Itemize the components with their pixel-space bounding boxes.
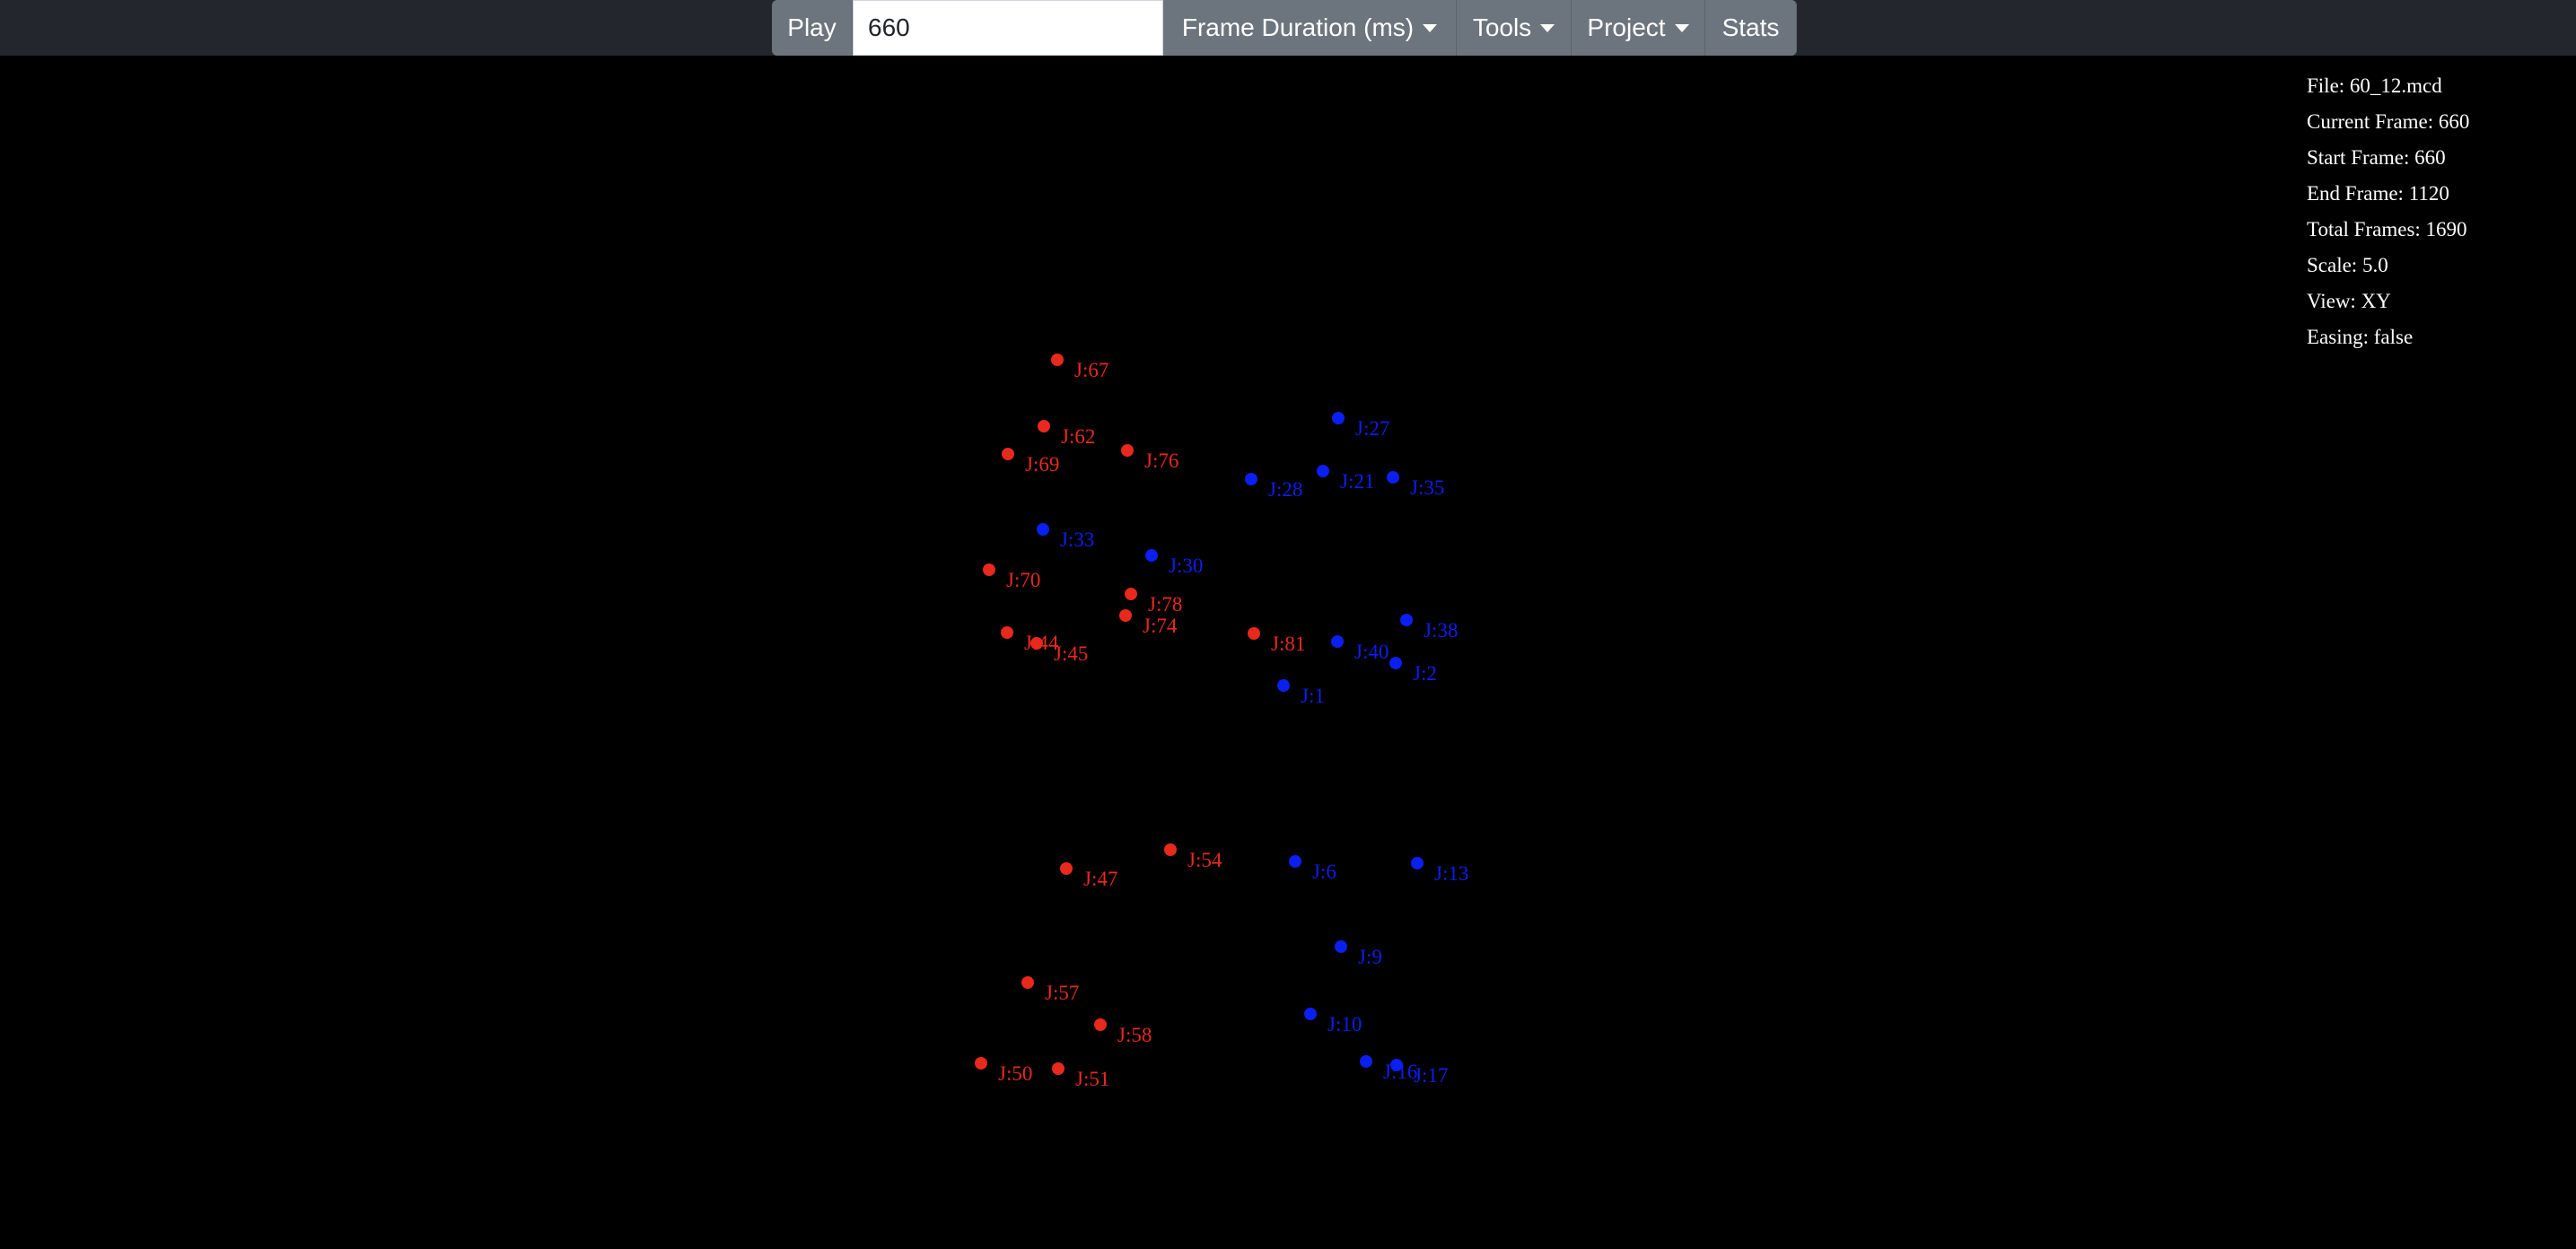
joint-label: J:62 <box>1061 425 1095 448</box>
joint-marker <box>1001 626 1013 639</box>
joint-marker <box>1245 473 1257 485</box>
top-navbar: Play Frame Duration (ms) Tools Project S… <box>0 0 2576 56</box>
joint-label: J:33 <box>1060 528 1094 551</box>
joint-label: J:35 <box>1410 476 1444 499</box>
joint-label: J:28 <box>1268 478 1302 501</box>
joint-marker <box>1248 627 1260 640</box>
joint-marker <box>1360 1055 1372 1068</box>
joint-label: J:45 <box>1054 642 1088 665</box>
joint-label: J:6 <box>1312 860 1336 883</box>
joint-label: J:2 <box>1413 662 1437 685</box>
joint-marker <box>1030 637 1043 650</box>
joint-label: J:9 <box>1358 946 1382 968</box>
joint-marker <box>1317 465 1329 477</box>
joint-marker <box>1390 1059 1403 1071</box>
joint-marker <box>1145 549 1158 562</box>
joint-label: J:74 <box>1143 615 1178 637</box>
joint-label: J:50 <box>998 1062 1032 1085</box>
joint-label: J:69 <box>1025 453 1059 476</box>
frame-input[interactable] <box>853 0 1163 56</box>
motion-capture-canvas[interactable]: J:67 J:62 J:69 J:76 J:27 J:28 J:21 J:35 J:33 J:30… <box>0 56 2576 1249</box>
joint-label: J:27 <box>1355 417 1389 440</box>
joint-marker <box>1037 523 1049 536</box>
joint-label: J:38 <box>1424 619 1458 642</box>
joint-label: J:47 <box>1083 868 1117 890</box>
stats-button[interactable]: Stats <box>1705 0 1797 56</box>
joint-marker <box>1119 609 1132 622</box>
tools-label: Tools <box>1472 13 1532 41</box>
joint-label: J:1 <box>1301 685 1325 707</box>
project-label: Project <box>1587 13 1666 41</box>
joint-marker <box>1125 588 1137 600</box>
joint-label: J:17 <box>1414 1064 1448 1087</box>
joint-label: J:51 <box>1075 1068 1109 1090</box>
joint-marker <box>1304 1008 1317 1020</box>
joint-label: J:76 <box>1144 450 1178 472</box>
frame-duration-dropdown[interactable]: Frame Duration (ms) <box>1163 0 1457 56</box>
joint-label: J:10 <box>1327 1013 1362 1035</box>
frame-duration-label: Frame Duration (ms) <box>1181 13 1415 41</box>
joint-marker <box>1038 420 1050 432</box>
toolbar: Play Frame Duration (ms) Tools Project S… <box>772 0 1797 56</box>
joint-marker <box>1389 657 1402 669</box>
play-button[interactable]: Play <box>772 0 853 56</box>
tools-dropdown[interactable]: Tools <box>1457 0 1572 56</box>
joint-marker <box>1094 1018 1107 1031</box>
joint-marker <box>1387 471 1399 484</box>
joint-label: J:30 <box>1169 555 1203 577</box>
joint-marker <box>1051 354 1064 366</box>
joint-label: J:58 <box>1117 1024 1152 1046</box>
joint-marker <box>1332 412 1345 424</box>
joint-marker <box>1002 448 1014 460</box>
joint-marker <box>1400 614 1413 626</box>
joint-marker <box>1277 679 1290 692</box>
joint-label: J:13 <box>1434 862 1468 885</box>
joint-label: J:21 <box>1340 470 1374 493</box>
joint-marker <box>1021 976 1034 989</box>
joint-label: J:40 <box>1354 641 1389 663</box>
joint-marker <box>975 1057 987 1070</box>
joint-marker <box>1164 843 1177 856</box>
joint-marker <box>1060 862 1073 875</box>
joint-plot: J:67 J:62J:69 J:76 J:27 J:28 J:21 J:35 J:33 J:30… <box>975 354 1468 1090</box>
joint-marker <box>1331 635 1344 648</box>
joint-marker <box>1121 444 1134 457</box>
joint-marker <box>983 563 995 576</box>
joint-marker <box>1411 857 1424 869</box>
joint-marker <box>1289 855 1301 868</box>
joint-marker <box>1335 940 1347 953</box>
joint-label: J:54 <box>1187 849 1222 871</box>
joint-label: J:81 <box>1271 633 1305 655</box>
joint-label: J:67 <box>1074 359 1108 381</box>
joint-label: J:78 <box>1148 593 1182 616</box>
joint-label: J:70 <box>1006 569 1040 591</box>
joint-marker <box>1052 1062 1065 1075</box>
joint-label: J:57 <box>1045 982 1079 1004</box>
project-dropdown[interactable]: Project <box>1572 0 1705 56</box>
